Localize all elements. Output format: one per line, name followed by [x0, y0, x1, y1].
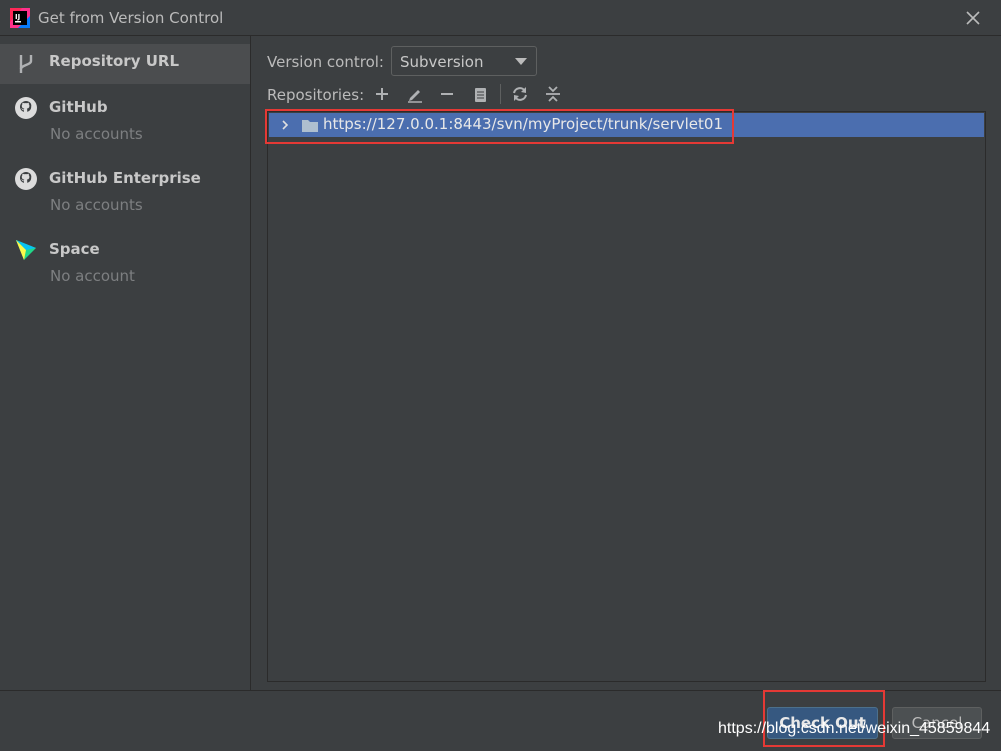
dropdown-arrow-icon: [515, 58, 527, 65]
vcs-branch-icon: [19, 55, 33, 73]
annotation-highlight-url: [265, 109, 734, 144]
window-title: Get from Version Control: [38, 9, 224, 27]
repositories-tree[interactable]: https://127.0.0.1:8443/svn/myProject/tru…: [267, 111, 986, 682]
space-icon: [16, 240, 36, 260]
sidebar-item-github-enterprise[interactable]: GitHub Enterprise No accounts: [0, 163, 250, 223]
refresh-icon[interactable]: [509, 83, 531, 105]
watermark-text: https://blog.csdn.net/weixin_45859844: [718, 720, 991, 737]
edit-icon[interactable]: [404, 83, 426, 105]
sidebar-item-github[interactable]: GitHub No accounts: [0, 92, 250, 152]
sidebar-item-label: GitHub Enterprise: [49, 169, 201, 187]
sidebar-item-label: Space: [49, 240, 100, 258]
sidebar-item-status: No accounts: [50, 125, 143, 143]
browse-changes-icon[interactable]: [469, 83, 491, 105]
repositories-label: Repositories:: [267, 86, 365, 104]
version-control-value: Subversion: [400, 53, 484, 71]
sidebar-item-space[interactable]: Space No account: [0, 234, 250, 294]
sidebar-item-status: No account: [50, 267, 135, 285]
add-icon[interactable]: [371, 83, 393, 105]
svg-text:IJ: IJ: [15, 13, 20, 21]
title-bar: IJ Get from Version Control: [0, 0, 1001, 36]
github-icon: [15, 168, 37, 190]
remove-icon[interactable]: [436, 83, 458, 105]
sidebar-item-label: Repository URL: [49, 52, 179, 70]
sidebar-item-label: GitHub: [49, 98, 108, 116]
github-icon: [15, 97, 37, 119]
annotation-highlight-checkout: [763, 690, 885, 747]
version-control-label: Version control:: [267, 53, 384, 71]
intellij-app-icon: IJ: [10, 8, 30, 28]
close-icon[interactable]: [963, 8, 983, 28]
sidebar-item-status: No accounts: [50, 196, 143, 214]
collapse-all-icon[interactable]: [542, 83, 564, 105]
version-control-select[interactable]: Subversion: [391, 46, 537, 76]
sidebar-item-repository-url[interactable]: Repository URL: [0, 44, 250, 84]
toolbar-separator: [500, 84, 501, 104]
sidebar: Repository URL GitHub No accounts GitHub…: [0, 36, 251, 690]
